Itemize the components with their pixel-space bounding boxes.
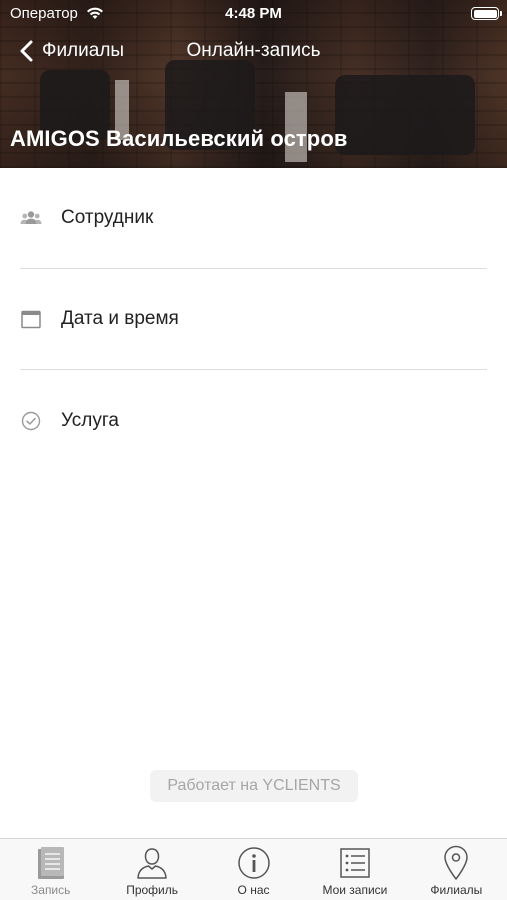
tab-label: Мои записи	[322, 883, 388, 897]
check-circle-icon	[20, 410, 42, 432]
tab-label: Профиль	[126, 883, 179, 897]
menu-item-label: Услуга	[61, 409, 119, 431]
menu-item-employee[interactable]: Сотрудник	[20, 168, 487, 269]
tab-branches[interactable]: Филиалы	[406, 839, 507, 900]
header-banner: Оператор 4:48 PM Филиалы Онлайн-запись A…	[0, 0, 507, 168]
clock-label: 4:48 PM	[225, 5, 282, 22]
calendar-icon	[20, 308, 42, 330]
status-bar: Оператор 4:48 PM	[0, 0, 507, 28]
menu-item-label: Сотрудник	[61, 207, 154, 228]
menu-item-label: Дата и время	[61, 308, 179, 329]
list-icon	[337, 845, 373, 881]
background-photo-shape	[335, 75, 475, 155]
branch-title: AMIGOS Васильевский остров	[10, 126, 348, 151]
booking-menu: Сотрудник Дата и время Услуга	[20, 168, 487, 471]
tab-booking[interactable]: Запись	[0, 839, 101, 900]
tab-label: Запись	[31, 883, 71, 897]
tab-profile[interactable]: Профиль	[101, 839, 202, 900]
location-pin-icon	[438, 845, 474, 881]
menu-item-datetime[interactable]: Дата и время	[20, 269, 487, 370]
battery-icon	[471, 7, 502, 20]
tab-my-bookings[interactable]: Мои записи	[304, 839, 405, 900]
tab-label: Филиалы	[430, 883, 483, 897]
tab-about[interactable]: О нас	[203, 839, 304, 900]
powered-by-badge[interactable]: Работает на YCLIENTS	[150, 770, 358, 802]
info-icon	[236, 845, 272, 881]
tab-bar: Запись Профиль О нас Мои записи Филиалы	[0, 838, 507, 900]
tab-label: О нас	[237, 883, 270, 897]
document-icon	[33, 845, 69, 881]
person-icon	[134, 845, 170, 881]
nav-title: Онлайн-запись	[186, 40, 321, 61]
people-icon	[20, 207, 42, 229]
menu-item-service[interactable]: Услуга	[20, 370, 487, 471]
